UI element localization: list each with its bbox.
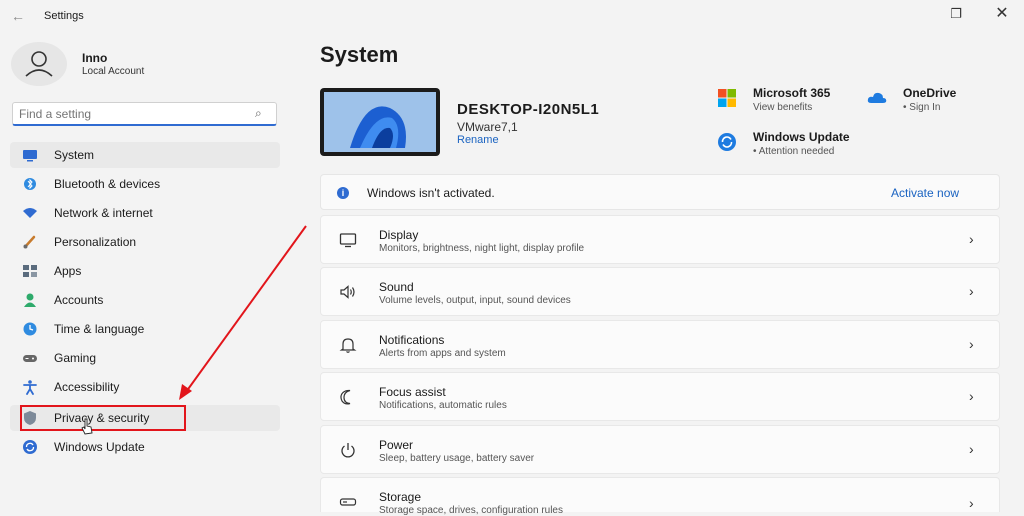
person-icon xyxy=(11,42,67,86)
setting-subtitle: Monitors, brightness, night light, displ… xyxy=(379,243,585,254)
chevron-right-icon: › xyxy=(969,336,974,352)
close-button[interactable]: ✕ xyxy=(988,4,1016,24)
sync-icon xyxy=(718,133,736,151)
user-name: Inno xyxy=(82,51,108,65)
wifi-icon xyxy=(23,208,37,218)
activate-now-link[interactable]: Activate now xyxy=(891,186,959,200)
cloud-icon xyxy=(867,92,887,103)
bell-icon xyxy=(339,338,357,353)
quick-link-windows-update[interactable]: Windows Update • Attention needed xyxy=(717,130,887,164)
setting-title: Notifications xyxy=(379,333,445,347)
storage-icon xyxy=(339,498,357,506)
setting-row-sound[interactable]: Sound Volume levels, output, input, soun… xyxy=(320,267,1000,316)
setting-row-display[interactable]: Display Monitors, brightness, night ligh… xyxy=(320,215,1000,264)
setting-title: Display xyxy=(379,228,419,242)
setting-subtitle: Notifications, automatic rules xyxy=(379,400,507,411)
sidebar-item-label: Accessibility xyxy=(54,380,120,394)
device-model: VMware7,1 xyxy=(457,120,518,134)
sidebar-item-label: System xyxy=(54,148,95,162)
sidebar-item-network[interactable]: Network & internet xyxy=(10,200,280,226)
sidebar-item-label: Accounts xyxy=(54,293,104,307)
sidebar-item-personalization[interactable]: Personalization xyxy=(10,229,280,255)
quick-link-title: OneDrive xyxy=(903,86,957,100)
sidebar-item-bluetooth[interactable]: Bluetooth & devices xyxy=(10,171,280,197)
quick-link-subtitle: • Sign In xyxy=(903,102,941,113)
page-title: System xyxy=(320,42,399,67)
setting-title: Focus assist xyxy=(379,385,446,399)
person-icon xyxy=(24,293,36,307)
sidebar-item-apps[interactable]: Apps xyxy=(10,258,280,284)
chevron-right-icon: › xyxy=(969,441,974,457)
wallpaper-preview-icon xyxy=(324,92,436,152)
sidebar-item-label: Windows Update xyxy=(54,440,145,454)
back-button[interactable]: ← xyxy=(10,8,26,24)
quick-link-microsoft-365[interactable]: Microsoft 365 View benefits xyxy=(717,86,847,120)
annotation-highlight-box xyxy=(20,405,186,431)
restore-button[interactable]: ❐ xyxy=(942,4,970,24)
sidebar-item-label: Time & language xyxy=(54,322,145,336)
activation-banner: i Windows isn't activated. Activate now xyxy=(320,174,1000,210)
sync-icon xyxy=(23,440,37,454)
globe-clock-icon xyxy=(23,322,37,336)
sidebar-item-gaming[interactable]: Gaming xyxy=(10,345,280,371)
moon-icon xyxy=(340,389,351,405)
avatar[interactable] xyxy=(10,42,68,86)
setting-subtitle: Storage space, drives, configuration rul… xyxy=(379,505,563,516)
setting-subtitle: Alerts from apps and system xyxy=(379,348,506,359)
quick-link-title: Windows Update xyxy=(753,130,850,144)
power-icon xyxy=(341,443,355,458)
sidebar-item-system[interactable]: System xyxy=(10,142,280,168)
chevron-right-icon: › xyxy=(969,283,974,299)
sidebar-item-windows-update[interactable]: Windows Update xyxy=(10,434,280,460)
bluetooth-icon xyxy=(24,178,36,190)
display-icon xyxy=(339,233,357,248)
setting-subtitle: Volume levels, output, input, sound devi… xyxy=(379,295,571,306)
activation-message: Windows isn't activated. xyxy=(367,186,495,200)
chevron-right-icon: › xyxy=(969,231,974,247)
app-title: Settings xyxy=(44,10,84,22)
setting-title: Storage xyxy=(379,490,422,504)
setting-row-focus-assist[interactable]: Focus assist Notifications, automatic ru… xyxy=(320,372,1000,421)
quick-link-subtitle: • Attention needed xyxy=(753,146,835,157)
device-name: DESKTOP-I20N5L1 xyxy=(457,101,600,118)
quick-link-title: Microsoft 365 xyxy=(753,86,831,100)
quick-link-subtitle: View benefits xyxy=(753,102,813,113)
search-icon[interactable]: ⌕ xyxy=(255,106,262,121)
info-icon: i xyxy=(337,187,349,199)
setting-row-storage[interactable]: Storage Storage space, drives, configura… xyxy=(320,477,1000,516)
setting-title: Sound xyxy=(379,280,414,294)
chevron-right-icon: › xyxy=(969,388,974,404)
chevron-right-icon: › xyxy=(969,495,974,511)
sidebar-item-accessibility[interactable]: Accessibility xyxy=(10,374,280,400)
sidebar-item-label: Personalization xyxy=(54,235,137,249)
sidebar-item-time-language[interactable]: Time & language xyxy=(10,316,280,342)
search-input[interactable] xyxy=(19,106,239,122)
account-type: Local Account xyxy=(82,66,145,77)
sidebar-item-accounts[interactable]: Accounts xyxy=(10,287,280,313)
setting-title: Power xyxy=(379,438,414,452)
device-thumbnail xyxy=(320,88,440,156)
sidebar-item-label: Gaming xyxy=(54,351,97,365)
setting-row-power[interactable]: Power Sleep, battery usage, battery save… xyxy=(320,425,1000,474)
rename-link[interactable]: Rename xyxy=(457,134,499,146)
sidebar-item-label: Apps xyxy=(54,264,82,278)
gamepad-icon xyxy=(23,355,37,362)
sidebar-item-label: Network & internet xyxy=(54,206,153,220)
monitor-icon xyxy=(23,150,37,162)
brush-icon xyxy=(23,235,36,249)
hand-cursor-icon xyxy=(81,418,93,435)
setting-row-notifications[interactable]: Notifications Alerts from apps and syste… xyxy=(320,320,1000,369)
sidebar-item-label: Bluetooth & devices xyxy=(54,177,161,191)
quick-link-onedrive[interactable]: OneDrive • Sign In xyxy=(867,86,987,120)
search-box[interactable]: ⌕ xyxy=(12,102,277,126)
apps-icon xyxy=(23,265,37,277)
setting-subtitle: Sleep, battery usage, battery saver xyxy=(379,453,535,464)
microsoft-logo-icon xyxy=(718,89,736,107)
speaker-icon xyxy=(340,285,355,299)
accessibility-icon xyxy=(23,380,37,395)
